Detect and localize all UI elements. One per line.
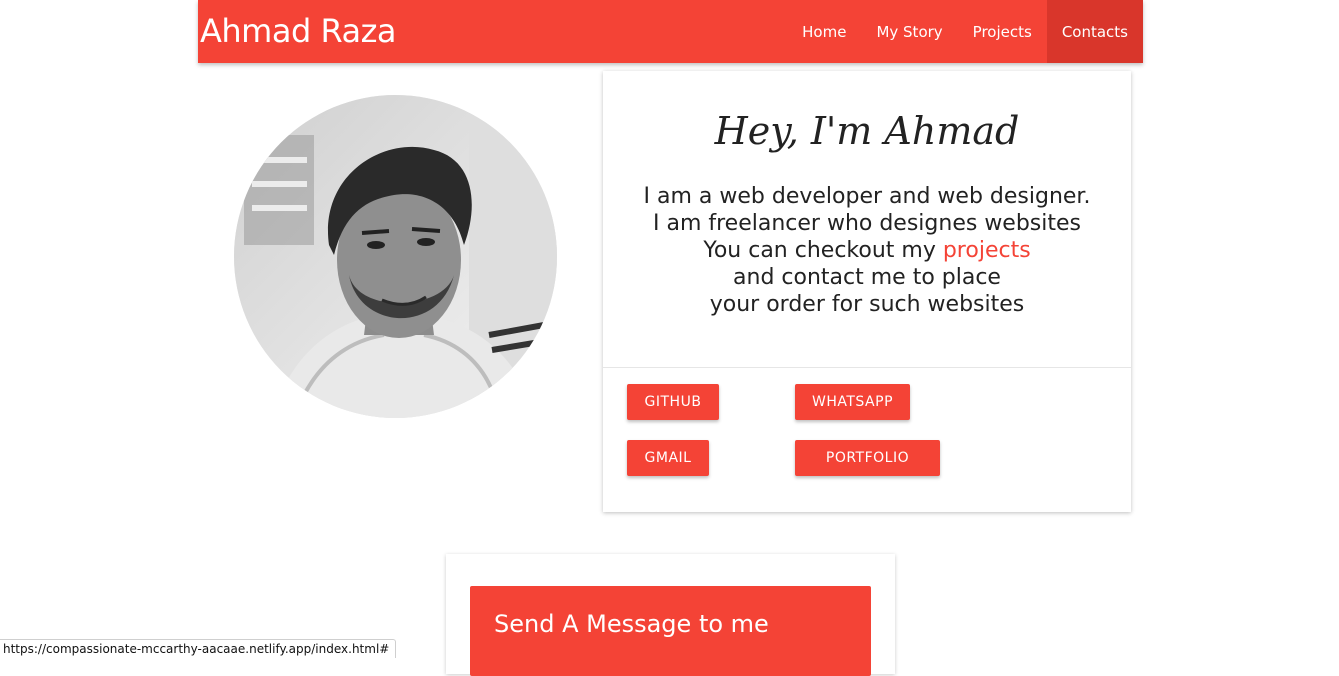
card-divider [603, 367, 1131, 368]
bio-text: I am a web developer and web designer. I… [603, 183, 1131, 318]
message-header: Send A Message to me [470, 586, 871, 676]
nav-item-projects[interactable]: Projects [958, 0, 1047, 63]
nav-item-my-story[interactable]: My Story [861, 0, 957, 63]
github-button[interactable]: GITHUB [627, 384, 719, 420]
bio-line-1: I am a web developer and web designer. [603, 183, 1131, 210]
message-card: Send A Message to me [446, 554, 895, 674]
bio-line-4: and contact me to place [603, 264, 1131, 291]
bio-line-5: your order for such websites [603, 291, 1131, 318]
nav-item-contacts[interactable]: Contacts [1047, 0, 1143, 63]
profile-photo [234, 95, 557, 418]
bio-line-3-prefix: You can checkout my [703, 238, 943, 263]
nav-links: Home My Story Projects Contacts [787, 0, 1143, 63]
status-bar-url: https://compassionate-mccarthy-aacaae.ne… [0, 639, 396, 658]
hero-title: Hey, I'm Ahmad [603, 109, 1131, 153]
gmail-button[interactable]: GMAIL [627, 440, 709, 476]
profile-photo-icon [234, 95, 557, 418]
whatsapp-button[interactable]: WHATSAPP [795, 384, 910, 420]
bio-line-2: I am freelancer who designes websites [603, 210, 1131, 237]
projects-link[interactable]: projects [943, 238, 1031, 263]
portfolio-button[interactable]: PORTFOLIO [795, 440, 940, 476]
intro-card: Hey, I'm Ahmad I am a web developer and … [603, 71, 1131, 512]
nav-item-home[interactable]: Home [787, 0, 861, 63]
message-title: Send A Message to me [494, 610, 769, 638]
top-navbar: Ahmad Raza Home My Story Projects Contac… [198, 0, 1143, 63]
bio-line-3: You can checkout my projects [603, 237, 1131, 264]
brand-logo-text[interactable]: Ahmad Raza [200, 12, 396, 50]
